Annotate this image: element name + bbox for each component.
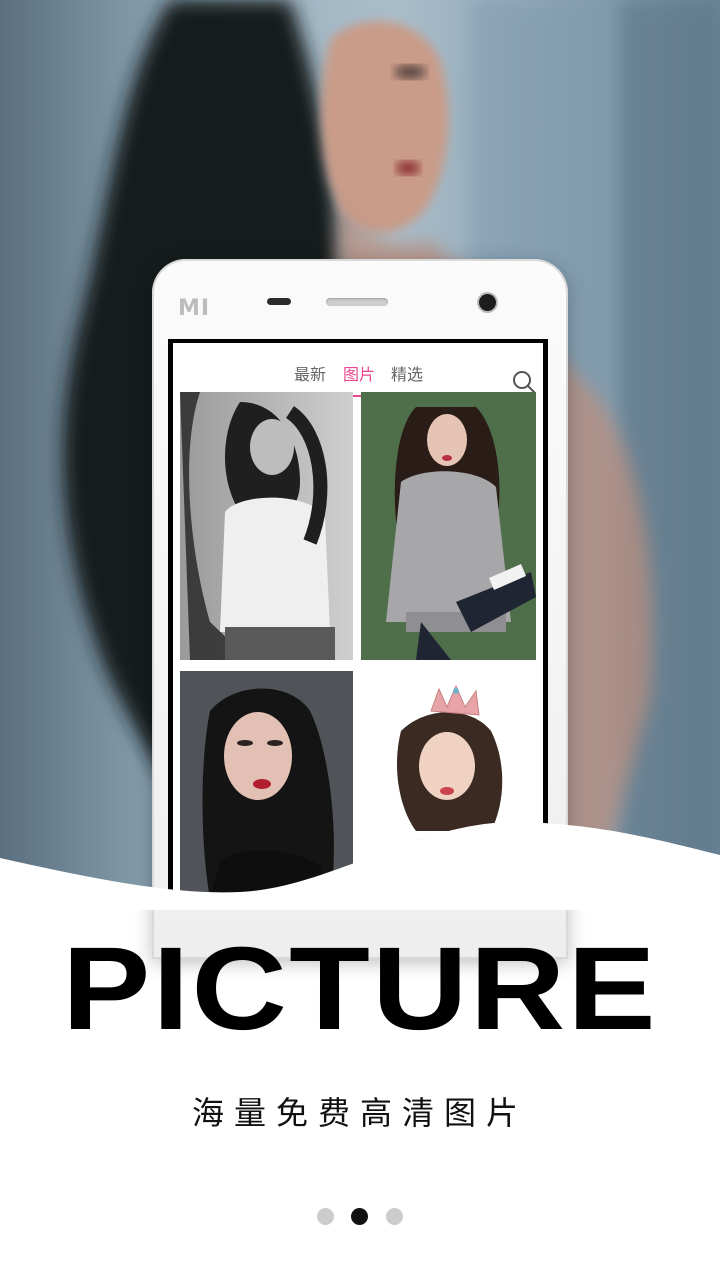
phone-camera-icon — [479, 294, 496, 311]
tab-pictures[interactable]: 图片 — [343, 361, 375, 385]
subtitle: 海量免费高清图片 — [191, 1094, 528, 1132]
tab-latest[interactable]: 最新 — [294, 361, 326, 385]
phone-sensor — [267, 298, 291, 305]
page-dot[interactable] — [317, 1208, 334, 1225]
phone-speaker — [326, 298, 388, 306]
wave-divider — [0, 821, 720, 910]
page-dot-active[interactable] — [351, 1208, 368, 1225]
photo-thumbnail[interactable] — [361, 392, 536, 660]
tab-bar: 最新 图片 精选 — [173, 355, 543, 397]
brand-logo: MI — [178, 296, 211, 321]
page-indicator — [0, 1208, 720, 1228]
photo-thumbnail[interactable] — [180, 392, 353, 660]
tab-featured[interactable]: 精选 — [391, 361, 423, 385]
headline: PICTURE — [62, 923, 658, 1055]
page-dot[interactable] — [386, 1208, 403, 1225]
